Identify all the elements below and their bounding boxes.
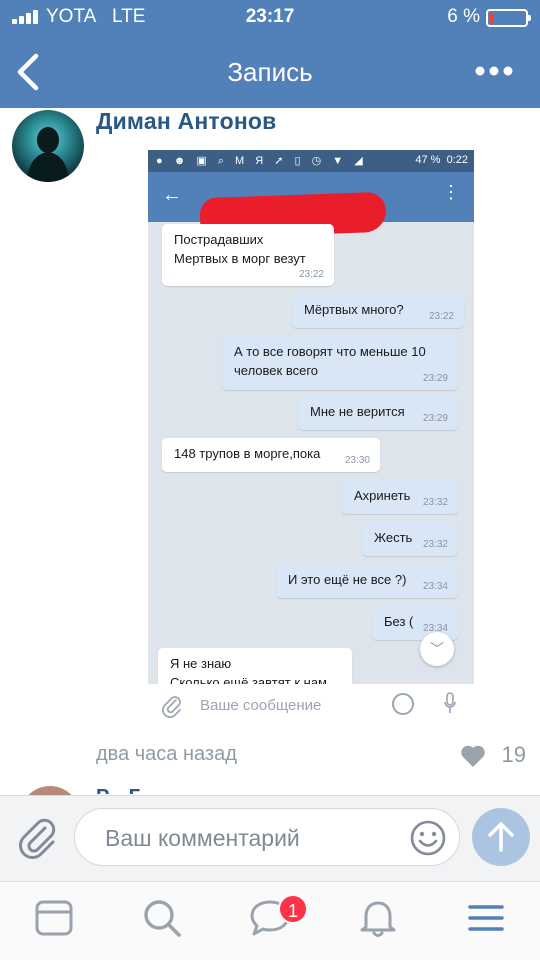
bell-icon — [360, 901, 396, 937]
newsfeed-icon — [35, 900, 73, 936]
image-chat-toolbar: ← online ⋮ — [148, 172, 474, 239]
tab-news[interactable] — [32, 896, 76, 940]
comment-placeholder: Ваш комментарий — [105, 825, 300, 851]
paperclip-icon — [162, 696, 181, 718]
arrow-up-icon — [488, 822, 514, 852]
microphone-icon — [444, 692, 456, 713]
image-status-bar: ● ☻ ▣ ⌕ М Я ➚ ▯ ◷ ▼ ◢ 47 % 0:22 — [148, 150, 474, 172]
chat-message-out: Жесть 23:32 — [362, 522, 458, 556]
chat-message-out: Ахринеть 23:32 — [342, 480, 458, 514]
more-button[interactable] — [474, 58, 514, 84]
chat-message-time: 23:29 — [422, 373, 448, 384]
top-bar: YOTA LTE 23:17 6 % Запись — [0, 0, 540, 108]
chat-message-time: 23:34 — [422, 581, 448, 592]
tab-menu[interactable] — [464, 896, 508, 940]
tab-notifications[interactable] — [356, 896, 400, 940]
chat-message-in: 148 трупов в морге,пока 23:30 — [162, 438, 380, 472]
emoji-button[interactable] — [409, 819, 447, 857]
chat-message-out: И это ещё не все ?) 23:34 — [276, 564, 458, 598]
hamburger-menu-icon — [468, 905, 504, 931]
image-status-time: 0:22 — [446, 154, 468, 166]
chat-message-out: Мёртвых много? 23:22 — [292, 294, 464, 328]
post-image[interactable]: ● ☻ ▣ ⌕ М Я ➚ ▯ ◷ ▼ ◢ 47 % 0:22 ← online… — [148, 150, 474, 684]
comment-input[interactable]: Ваш комментарий — [74, 808, 460, 866]
chat-message-out: А то все говорят что меньше 10 человек в… — [222, 336, 458, 390]
page-title: Запись — [227, 57, 313, 87]
image-message-input: Ваше сообщение — [148, 684, 474, 728]
like-count: 19 — [501, 742, 526, 767]
comment-bar: Ваш комментарий — [0, 795, 540, 881]
chat-message-time: 23:32 — [422, 497, 448, 508]
status-bar: YOTA LTE 23:17 6 % — [0, 0, 540, 36]
comment-author-name[interactable]: Р... Г... — [96, 786, 276, 794]
vertical-dots-icon: ⋮ — [442, 182, 460, 202]
arrow-left-icon: ← — [162, 184, 182, 206]
search-icon — [144, 900, 181, 937]
messages-badge: 1 — [278, 894, 308, 924]
chat-message-out: Мне не верится 23:29 — [298, 396, 458, 430]
more-dots-icon — [475, 66, 513, 76]
chat-message-time: 23:29 — [422, 413, 448, 424]
post-timestamp: два часа назад — [96, 743, 237, 765]
chat-message-time: 23:22 — [298, 269, 324, 280]
heart-icon — [461, 745, 485, 767]
attach-button[interactable] — [18, 816, 58, 860]
like-button[interactable]: 19 — [436, 742, 526, 768]
tab-search[interactable] — [140, 896, 184, 940]
post-screen: YOTA LTE 23:17 6 % Запись Диман Антонов — [0, 0, 540, 960]
chevron-down-icon: ﹀ — [420, 632, 454, 666]
chat-message-time: 23:22 — [428, 311, 454, 322]
tab-bar — [0, 881, 540, 960]
chat-message-text: 148 трупов в морге,пока — [174, 446, 321, 461]
chat-message-text: А то все говорят что меньше 10 человек в… — [234, 344, 426, 378]
chat-message-text: Я не знаю Сколько ещё завтят к нам — [170, 656, 327, 684]
battery-percent: 6 % — [447, 6, 480, 27]
chat-message-in: Пострадавших Мертвых в морг везут 23:22 — [162, 224, 334, 286]
chat-message-time: 23:32 — [422, 539, 448, 550]
chat-message-text: Пострадавших Мертвых в морг везут — [174, 232, 306, 266]
send-button[interactable] — [472, 808, 530, 866]
post-author-name[interactable]: Диман Антонов — [96, 108, 277, 135]
notification-icons: ● ☻ ▣ ⌕ М Я ➚ ▯ ◷ ▼ ◢ — [156, 155, 367, 167]
chat-message-time: 23:30 — [344, 455, 370, 466]
author-avatar[interactable] — [12, 110, 84, 182]
navigation-bar: Запись — [0, 36, 540, 108]
battery-icon — [486, 9, 531, 27]
image-chat-messages: Пострадавших Мертвых в морг везут 23:22 Мё… — [148, 222, 474, 684]
chat-message-in: Я не знаю Сколько ещё завтят к нам — [158, 648, 352, 684]
smile-icon — [392, 693, 414, 715]
image-input-placeholder: Ваше сообщение — [200, 697, 322, 714]
image-battery-percent: 47 % — [415, 154, 441, 166]
